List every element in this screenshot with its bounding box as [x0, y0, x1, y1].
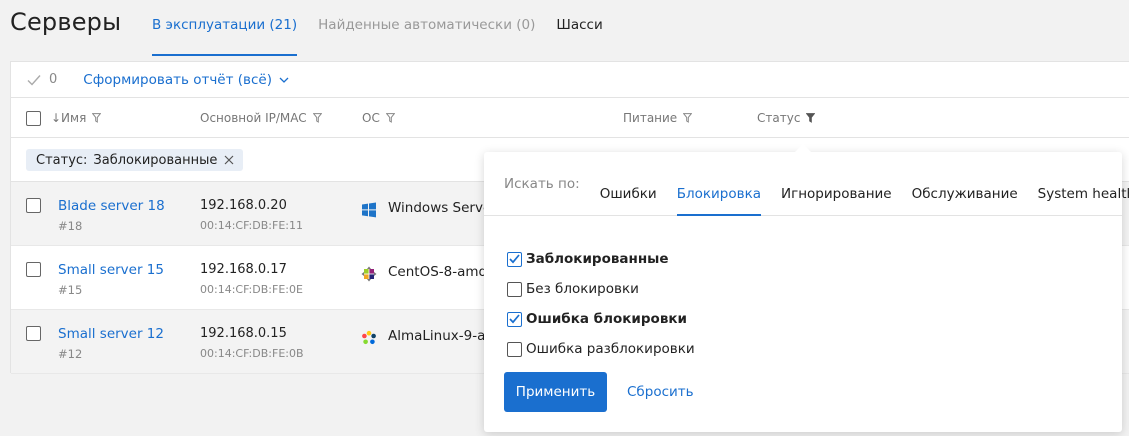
- option-blocking-error[interactable]: Ошибка блокировки: [507, 304, 695, 334]
- option-label: Заблокированные: [526, 251, 669, 267]
- option-checkbox[interactable]: [507, 341, 522, 357]
- column-os-label: ОС: [362, 111, 380, 125]
- column-status[interactable]: Статус: [757, 98, 816, 138]
- close-icon[interactable]: [224, 155, 234, 165]
- centos-icon: [361, 266, 377, 282]
- option-label: Ошибка разблокировки: [526, 341, 695, 357]
- option-unblocking-error[interactable]: Ошибка разблокировки: [507, 334, 695, 364]
- filter-icon[interactable]: [92, 113, 102, 123]
- popover-tabs: Искать по: Ошибки Блокировка Игнорирован…: [484, 152, 1129, 216]
- almalinux-icon: [362, 330, 376, 345]
- column-status-label: Статус: [757, 111, 801, 125]
- row-checkbox[interactable]: [26, 198, 41, 213]
- status-filter-popover: Искать по: Ошибки Блокировка Игнорирован…: [484, 144, 1129, 432]
- popover-tab-maintenance[interactable]: Обслуживание: [912, 152, 1018, 216]
- filter-options: Заблокированные Без блокировки Ошибка бл…: [507, 244, 695, 364]
- search-by-label: Искать по:: [504, 175, 580, 192]
- server-os: CentOS-8-amd6: [388, 264, 496, 280]
- server-ip: 192.168.0.20: [200, 198, 287, 213]
- column-os[interactable]: ОС: [362, 98, 395, 138]
- tab-auto-discovered[interactable]: Найденные автоматически (0): [318, 0, 535, 50]
- tab-chassis[interactable]: Шасси: [556, 0, 602, 50]
- server-ip: 192.168.0.17: [200, 262, 287, 277]
- server-id: #15: [58, 283, 83, 297]
- reset-button[interactable]: Сбросить: [627, 384, 694, 400]
- filter-active-icon[interactable]: [806, 113, 816, 123]
- option-blocked[interactable]: Заблокированные: [507, 244, 695, 274]
- generate-report-label: Сформировать отчёт (всё): [83, 71, 272, 88]
- server-os: AlmaLinux-9-am: [388, 328, 499, 344]
- server-mac: 00:14:CF:DB:FE:0E: [200, 283, 303, 296]
- column-name[interactable]: ↓Имя: [51, 98, 102, 138]
- chip-value: Заблокированные: [93, 152, 218, 168]
- page-tabs: В эксплуатации (21) Найденные автоматиче…: [152, 0, 624, 56]
- status-filter-chip[interactable]: Статус: Заблокированные: [26, 149, 244, 171]
- filter-icon[interactable]: [312, 113, 322, 123]
- option-label: Ошибка блокировки: [526, 311, 687, 327]
- column-power-label: Питание: [623, 111, 678, 125]
- server-name-link[interactable]: Small server 12: [58, 326, 164, 342]
- row-checkbox[interactable]: [26, 262, 41, 277]
- server-name-link[interactable]: Small server 15: [58, 262, 164, 278]
- option-no-blocking[interactable]: Без блокировки: [507, 274, 695, 304]
- chevron-down-icon: [279, 77, 289, 83]
- column-ip-label: Основной IP/MAC: [200, 111, 307, 125]
- popover-tab-blocking[interactable]: Блокировка: [676, 152, 762, 216]
- column-name-label: ↓Имя: [51, 111, 87, 125]
- server-id: #12: [58, 347, 83, 361]
- popover-tab-errors[interactable]: Ошибки: [600, 152, 657, 216]
- server-id: #18: [58, 219, 83, 233]
- option-checkbox[interactable]: [507, 251, 522, 267]
- table-toolbar: 0 Сформировать отчёт (всё): [11, 62, 1129, 98]
- server-name-link[interactable]: Blade server 18: [58, 198, 165, 214]
- server-mac: 00:14:CF:DB:FE:11: [200, 219, 303, 232]
- server-mac: 00:14:CF:DB:FE:0B: [200, 347, 304, 360]
- column-ip[interactable]: Основной IP/MAC: [200, 98, 322, 138]
- row-checkbox[interactable]: [26, 326, 41, 341]
- option-checkbox[interactable]: [507, 281, 522, 297]
- checkmark-icon: [509, 253, 520, 263]
- popover-tab-ignoring[interactable]: Игнорирование: [781, 152, 892, 216]
- select-all-checkbox[interactable]: [26, 110, 41, 126]
- table-header: ↓Имя Основной IP/MAC ОС Питание Статус: [11, 98, 1129, 138]
- chip-key: Статус:: [36, 152, 88, 168]
- generate-report-button[interactable]: Сформировать отчёт (всё): [83, 72, 289, 88]
- selected-count-value: 0: [49, 72, 58, 87]
- page-title: Серверы: [10, 8, 122, 36]
- popover-tab-system-health[interactable]: System health: [1038, 152, 1129, 216]
- select-all-cell: [26, 98, 41, 138]
- selected-count: 0: [27, 72, 57, 87]
- server-ip: 192.168.0.15: [200, 326, 287, 341]
- filter-icon[interactable]: [683, 113, 693, 123]
- checkmark-icon: [509, 313, 520, 323]
- windows-icon: [362, 202, 376, 218]
- tab-in-operation[interactable]: В эксплуатации (21): [152, 0, 298, 56]
- column-power[interactable]: Питание: [623, 98, 693, 138]
- checkmark-icon: [27, 74, 41, 86]
- filter-icon[interactable]: [385, 113, 395, 123]
- option-checkbox[interactable]: [507, 311, 522, 327]
- server-os: Windows Serve: [388, 200, 492, 216]
- option-label: Без блокировки: [526, 281, 639, 297]
- apply-button[interactable]: Применить: [504, 372, 607, 412]
